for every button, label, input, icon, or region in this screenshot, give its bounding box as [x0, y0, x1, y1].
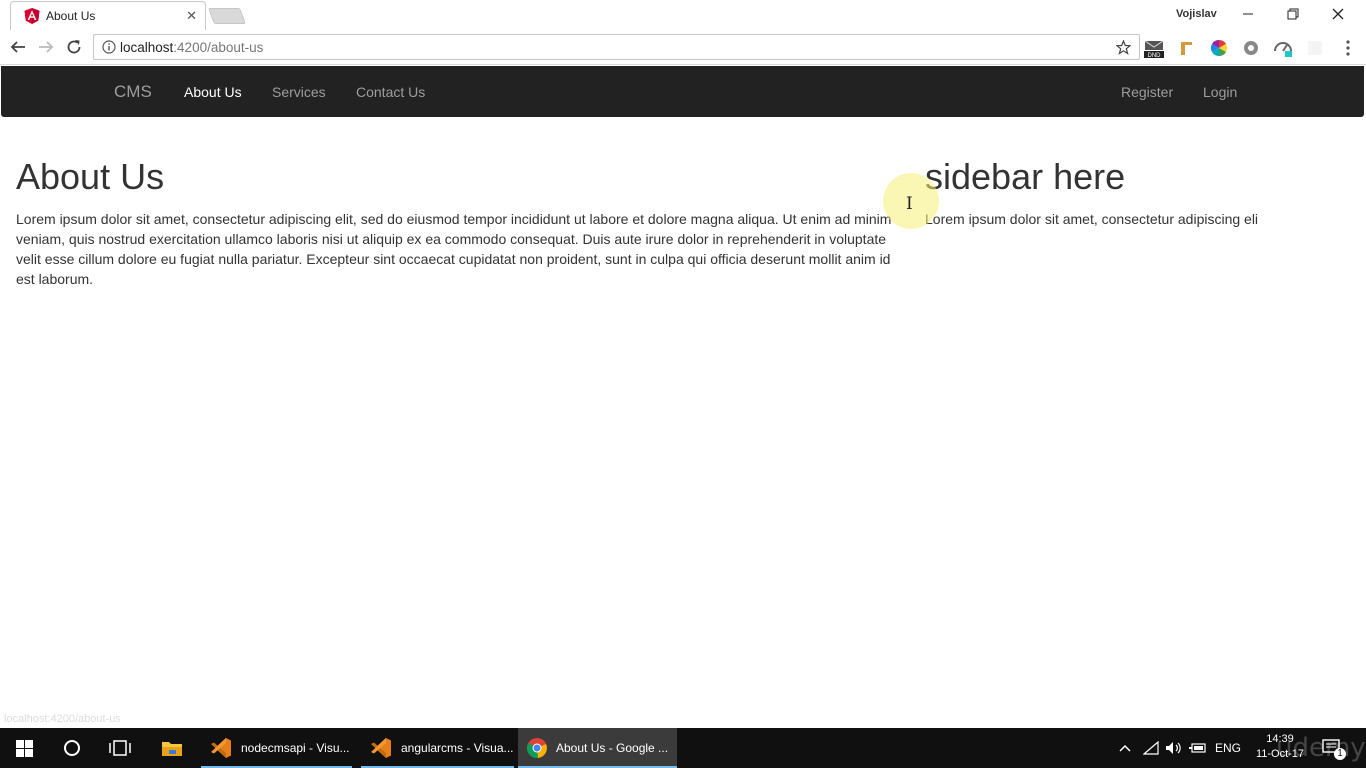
close-window-button[interactable]	[1316, 3, 1360, 25]
speed-extension-icon[interactable]	[1273, 38, 1293, 58]
cortana-search-button[interactable]	[48, 728, 96, 768]
start-button[interactable]	[0, 728, 48, 768]
nav-link-about-us[interactable]: About Us	[184, 84, 242, 100]
url-path: :4200/about-us	[173, 40, 264, 55]
bookmark-star-icon[interactable]	[1116, 40, 1131, 55]
nav-link-login[interactable]: Login	[1203, 84, 1237, 100]
mail-dnd-extension-icon[interactable]: DND	[1144, 38, 1164, 58]
taskbar-app-angularcms[interactable]: angularcms - Visua...	[361, 728, 514, 768]
svg-text:DND: DND	[1148, 53, 1162, 58]
address-text[interactable]: localhost:4200/about-us	[120, 40, 263, 55]
task-view-button[interactable]	[96, 728, 144, 768]
wifi-icon	[1143, 741, 1159, 755]
forward-button[interactable]	[36, 37, 56, 57]
reload-button[interactable]	[64, 37, 84, 57]
show-hidden-icons-button[interactable]	[1118, 728, 1132, 768]
taskbar-app-label: angularcms - Visua...	[401, 741, 514, 755]
profile-name[interactable]: Vojislav	[1176, 8, 1217, 20]
windows-logo-icon	[15, 739, 33, 757]
browser-titlebar: About Us ✕ Vojislav	[0, 0, 1366, 30]
task-view-icon	[109, 740, 131, 756]
text-cursor-icon: I	[906, 194, 913, 214]
cortana-circle-icon	[64, 740, 80, 756]
new-tab-button[interactable]	[208, 8, 246, 24]
angular-icon	[24, 8, 40, 24]
reload-icon	[67, 40, 81, 54]
language-label: ENG	[1215, 741, 1242, 755]
close-icon	[1332, 8, 1344, 20]
settings-extension-icon[interactable]	[1241, 38, 1261, 58]
file-explorer-button[interactable]	[148, 728, 196, 768]
battery-tray-button[interactable]	[1189, 728, 1207, 768]
browser-tab-active[interactable]: About Us ✕	[10, 1, 206, 30]
chevron-up-icon	[1119, 744, 1131, 752]
speaker-icon	[1166, 742, 1181, 754]
battery-plug-icon	[1189, 743, 1206, 753]
sidebar-title: sidebar here	[925, 156, 1126, 197]
url-host: localhost	[120, 40, 174, 55]
page-body-text: Lorem ipsum dolor sit amet, consectetur …	[16, 211, 892, 287]
site-navbar: CMS About Us Services Contact Us Registe…	[1, 66, 1364, 117]
back-button[interactable]	[8, 37, 28, 57]
blank-extension-icon[interactable]	[1305, 38, 1325, 58]
folder-icon	[162, 742, 182, 756]
key-extension-icon[interactable]	[1177, 38, 1197, 58]
volume-tray-button[interactable]	[1165, 728, 1183, 768]
status-url-bubble: localhost:4200/about-us	[0, 710, 125, 728]
vscode-icon	[211, 738, 231, 758]
sidebar: sidebar here Lorem ipsum dolor sit amet,…	[925, 158, 1345, 229]
arrow-right-icon	[39, 41, 54, 53]
brand-link[interactable]: CMS	[114, 82, 152, 102]
network-tray-button[interactable]	[1143, 728, 1159, 768]
taskbar-app-chrome[interactable]: About Us - Google ...	[518, 728, 677, 768]
udemy-watermark: udemy	[1276, 733, 1366, 763]
tab-close-icon[interactable]: ✕	[186, 8, 197, 24]
taskbar-app-label: About Us - Google ...	[556, 741, 669, 755]
address-bar[interactable]: localhost:4200/about-us	[93, 34, 1140, 60]
language-indicator[interactable]: ENG	[1215, 728, 1241, 768]
arrow-left-icon	[10, 41, 25, 53]
color-picker-extension-icon[interactable]	[1209, 38, 1229, 58]
nav-link-register[interactable]: Register	[1121, 84, 1173, 100]
sidebar-body-text: Lorem ipsum dolor sit amet, consectetur …	[925, 211, 1258, 227]
browser-toolbar: localhost:4200/about-us DND	[0, 30, 1366, 65]
menu-dots-icon[interactable]	[1338, 38, 1358, 58]
main-content: About Us Lorem ipsum dolor sit amet, con…	[16, 158, 892, 289]
page-title: About Us	[16, 156, 165, 197]
nav-link-contact-us[interactable]: Contact Us	[356, 84, 425, 100]
windows-taskbar: nodecmsapi - Visu... angularcms - Visua.…	[0, 728, 1366, 768]
minimize-button[interactable]	[1226, 3, 1270, 25]
vscode-icon	[371, 738, 391, 758]
taskbar-app-nodecmsapi[interactable]: nodecmsapi - Visu...	[201, 728, 352, 768]
nav-link-services[interactable]: Services	[272, 84, 326, 100]
minimize-icon	[1243, 13, 1253, 15]
restore-icon	[1287, 8, 1299, 20]
taskbar-app-label: nodecmsapi - Visu...	[241, 741, 350, 755]
restore-button[interactable]	[1271, 3, 1315, 25]
page-viewport: CMS About Us Services Contact Us Registe…	[0, 66, 1366, 728]
tab-title: About Us	[46, 9, 96, 23]
chrome-icon	[526, 738, 547, 759]
info-icon[interactable]	[102, 40, 116, 54]
